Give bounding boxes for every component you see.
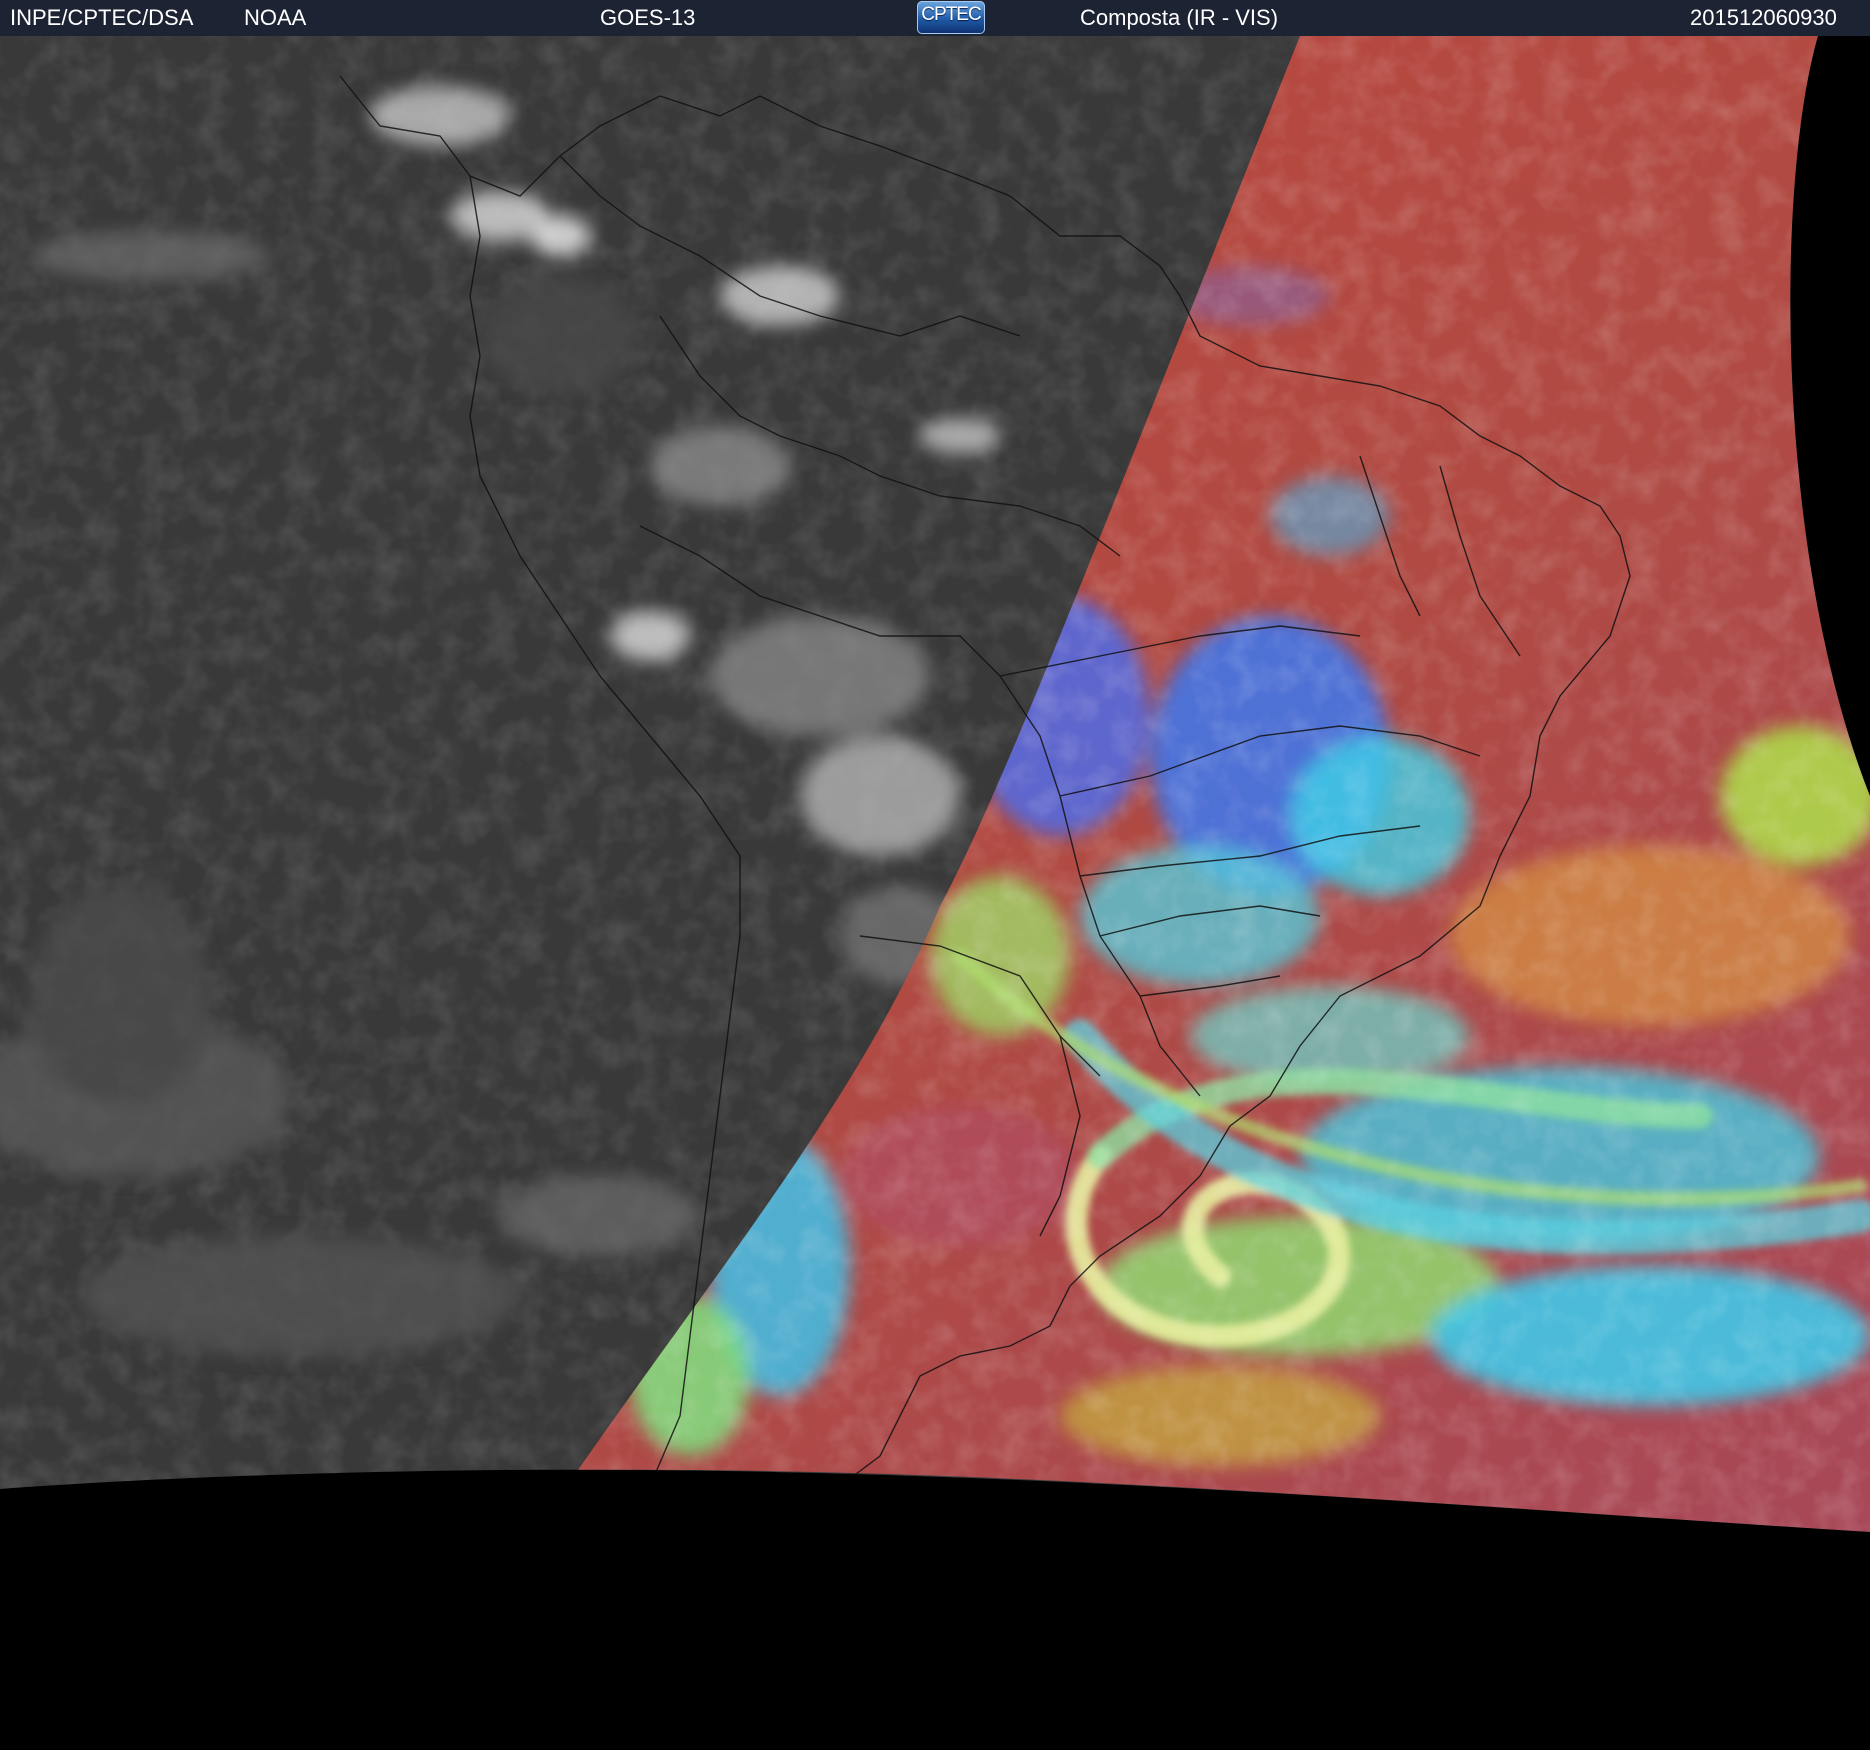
satellite-label: GOES-13 bbox=[600, 5, 696, 30]
header-bar: INPE/CPTEC/DSA NOAA GOES-13 CPTEC Compos… bbox=[0, 0, 1870, 36]
agency-label: NOAA bbox=[244, 5, 307, 30]
cptec-logo: CPTEC bbox=[917, 1, 985, 34]
org-label: INPE/CPTEC/DSA bbox=[10, 5, 194, 30]
satellite-image bbox=[0, 36, 1870, 1750]
product-label: Composta (IR - VIS) bbox=[1080, 5, 1279, 30]
timestamp-label: 201512060930 bbox=[1690, 5, 1837, 30]
